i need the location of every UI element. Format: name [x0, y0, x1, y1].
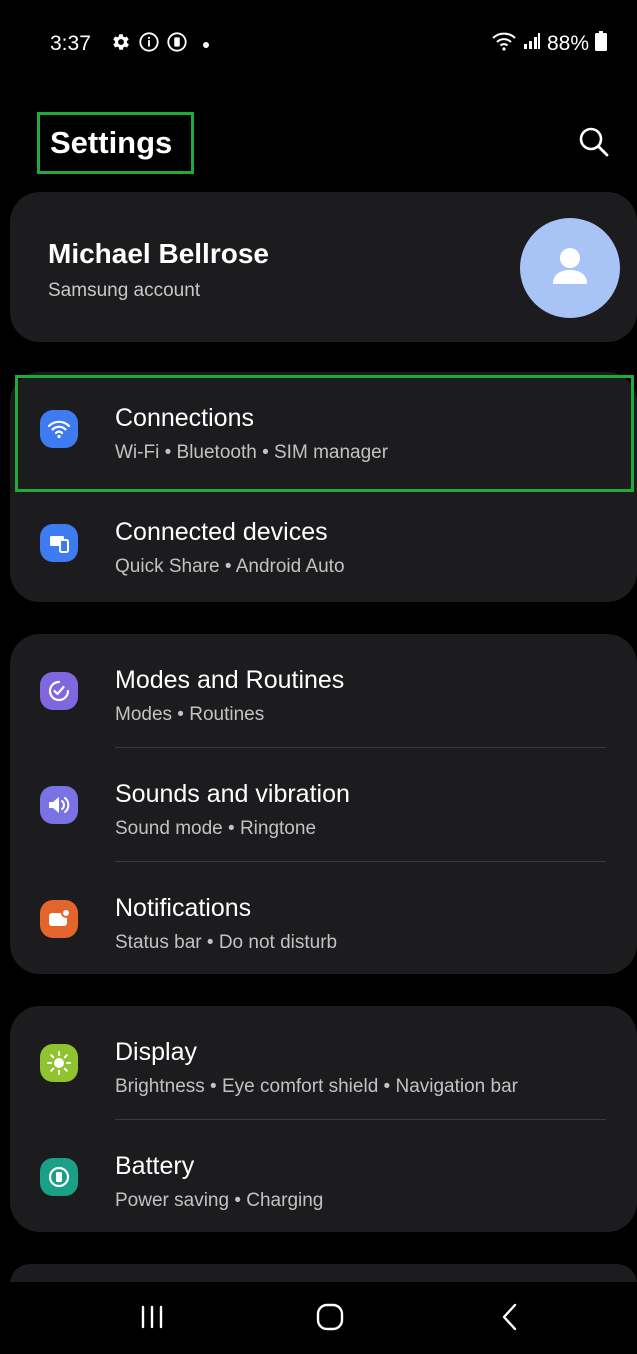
menu-item-title: Battery	[115, 1152, 195, 1180]
status-left-icons	[110, 31, 210, 58]
menu-item-subtitle: Status bar • Do not disturb	[115, 932, 338, 953]
menu-item-sounds-and-vibration[interactable]: Sounds and vibration Sound mode • Ringto…	[10, 748, 637, 862]
settings-screen: 3:37 88% Settings Michael Bellrose Samsu…	[0, 0, 637, 1354]
battery-icon	[595, 31, 607, 57]
battery-percent: 88%	[546, 32, 589, 55]
settings-group-2: Modes and Routines Modes • Routines Soun…	[10, 634, 637, 974]
account-subtitle: Samsung account	[48, 280, 201, 301]
menu-item-connected-devices[interactable]: Connected devices Quick Share • Android …	[10, 486, 637, 600]
devices-icon	[40, 524, 78, 562]
navigation-bar	[0, 1282, 637, 1354]
page-title: Settings	[37, 112, 194, 174]
menu-item-subtitle: Power saving • Charging	[115, 1190, 324, 1211]
recents-button[interactable]	[122, 1292, 182, 1342]
speaker-icon	[40, 786, 78, 824]
menu-item-title: Sounds and vibration	[115, 780, 350, 808]
notification-icon	[40, 900, 78, 938]
gear-icon	[110, 31, 132, 58]
menu-item-subtitle: Modes • Routines	[115, 704, 265, 725]
settings-group-3: Display Brightness • Eye comfort shield …	[10, 1006, 637, 1232]
routine-check-icon	[40, 672, 78, 710]
dot-icon	[202, 36, 210, 54]
menu-item-title: Connected devices	[115, 518, 328, 546]
recents-icon	[141, 1305, 163, 1329]
menu-item-display[interactable]: Display Brightness • Eye comfort shield …	[10, 1006, 637, 1120]
status-time: 3:37	[50, 32, 91, 55]
connections-highlight	[15, 375, 634, 492]
battery-care-icon	[40, 1158, 78, 1196]
wifi-icon	[491, 30, 517, 58]
status-bar: 3:37 88%	[0, 0, 637, 86]
sun-icon	[40, 1044, 78, 1082]
menu-item-subtitle: Brightness • Eye comfort shield • Naviga…	[115, 1076, 518, 1097]
menu-item-battery[interactable]: Battery Power saving • Charging	[10, 1120, 637, 1234]
menu-item-modes-and-routines[interactable]: Modes and Routines Modes • Routines	[10, 634, 637, 748]
search-icon	[579, 127, 609, 157]
search-button[interactable]	[576, 124, 612, 160]
signal-icon	[523, 32, 541, 56]
samsung-account-card[interactable]: Michael Bellrose Samsung account	[10, 192, 637, 342]
account-name: Michael Bellrose	[48, 238, 269, 269]
person-icon	[553, 248, 587, 284]
menu-item-title: Display	[115, 1038, 197, 1066]
avatar[interactable]	[520, 218, 620, 318]
back-icon	[502, 1303, 517, 1331]
menu-item-title: Modes and Routines	[115, 666, 345, 694]
menu-item-subtitle: Quick Share • Android Auto	[115, 556, 345, 577]
back-button[interactable]	[480, 1292, 540, 1342]
home-button[interactable]	[300, 1292, 360, 1342]
home-icon	[316, 1303, 344, 1331]
menu-item-subtitle: Sound mode • Ringtone	[115, 818, 317, 839]
status-right: 88%	[491, 30, 607, 58]
battery-saver-icon	[166, 31, 188, 58]
info-icon	[138, 31, 160, 58]
menu-item-title: Notifications	[115, 894, 252, 922]
menu-item-notifications[interactable]: Notifications Status bar • Do not distur…	[10, 862, 637, 976]
